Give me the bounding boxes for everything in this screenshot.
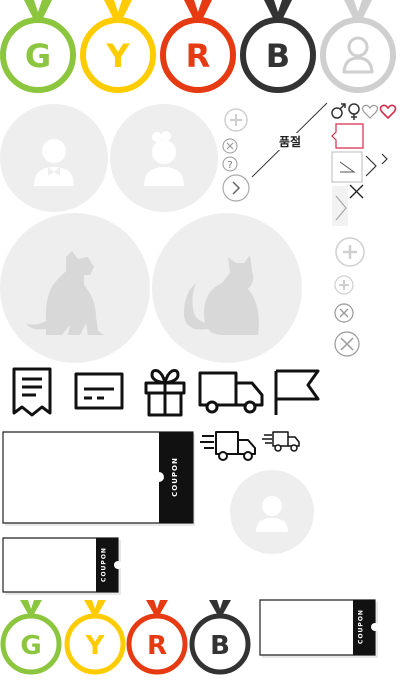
soldout-label: 품절: [277, 133, 304, 150]
chevron-right-small-icon: [381, 153, 388, 165]
medal-g-letter: G: [25, 37, 51, 75]
misc-glyphs: [331, 151, 388, 226]
chevron-right-circle-icon[interactable]: [222, 174, 250, 202]
card-icon: [74, 372, 124, 410]
medal-y-small-icon: Y: [64, 600, 126, 675]
coupon-large-label: COUPON: [171, 457, 179, 497]
gift-icon: [144, 369, 186, 417]
heart-red-icon[interactable]: [379, 104, 397, 120]
gender-heart-icons: [331, 103, 397, 120]
dog-placeholder: [0, 213, 150, 363]
medal-row-large: G Y R B: [0, 0, 396, 93]
fast-delivery-icon: [200, 431, 256, 461]
medal-g-small-letter: G: [20, 631, 41, 661]
medal-y-letter: Y: [105, 37, 130, 75]
medal-g-small-icon: G: [0, 600, 62, 675]
user-placeholder: [230, 470, 314, 554]
medal-user-icon: [320, 0, 396, 93]
male-symbol-icon: [331, 103, 346, 119]
medal-b-icon: B: [240, 0, 316, 93]
close-circle-large-icon[interactable]: [334, 331, 360, 357]
medal-row-small: G Y R B: [0, 600, 251, 675]
close-x-icon[interactable]: [349, 184, 364, 199]
plus-circle-icon[interactable]: [224, 108, 248, 132]
line-icons-row: [12, 367, 320, 417]
right-controls-column: [334, 237, 365, 357]
truck-icon: [198, 371, 264, 414]
small-controls-column: ?: [222, 108, 250, 202]
medal-b-letter: B: [266, 37, 290, 75]
coupon-small-label: COUPON: [100, 547, 108, 582]
medal-b-small-letter: B: [210, 631, 230, 661]
medal-y-icon: Y: [80, 0, 156, 93]
medal-r-letter: R: [186, 37, 211, 75]
svg-text:?: ?: [227, 160, 232, 171]
close-circle-small-icon[interactable]: [334, 303, 354, 323]
coupon-large: [2, 431, 195, 526]
flag-icon: [274, 369, 320, 415]
medal-r-icon: R: [160, 0, 236, 93]
female-symbol-icon: [348, 103, 360, 120]
medal-r-small-icon: R: [126, 600, 188, 675]
chevron-right-icon: [365, 155, 377, 177]
medal-b-small-icon: B: [189, 600, 251, 675]
heart-outline-icon[interactable]: [361, 104, 379, 119]
medal-y-small-letter: Y: [85, 631, 106, 661]
help-circle-icon[interactable]: ?: [222, 156, 238, 172]
plus-circle-large-icon[interactable]: [335, 237, 365, 267]
receipt-icon: [12, 367, 52, 417]
medal-r-small-letter: R: [147, 631, 167, 661]
close-circle-icon[interactable]: [222, 138, 238, 154]
red-tag-box: [331, 123, 364, 149]
plus-circle-small-icon[interactable]: [334, 275, 354, 295]
person-placeholder-female: [110, 104, 218, 212]
person-placeholder-male: [0, 104, 108, 212]
medal-g-icon: G: [0, 0, 76, 93]
coupon-bottom-label: COUPON: [357, 609, 365, 644]
cat-placeholder: [152, 213, 302, 363]
fast-delivery-small-icon: [262, 431, 300, 452]
